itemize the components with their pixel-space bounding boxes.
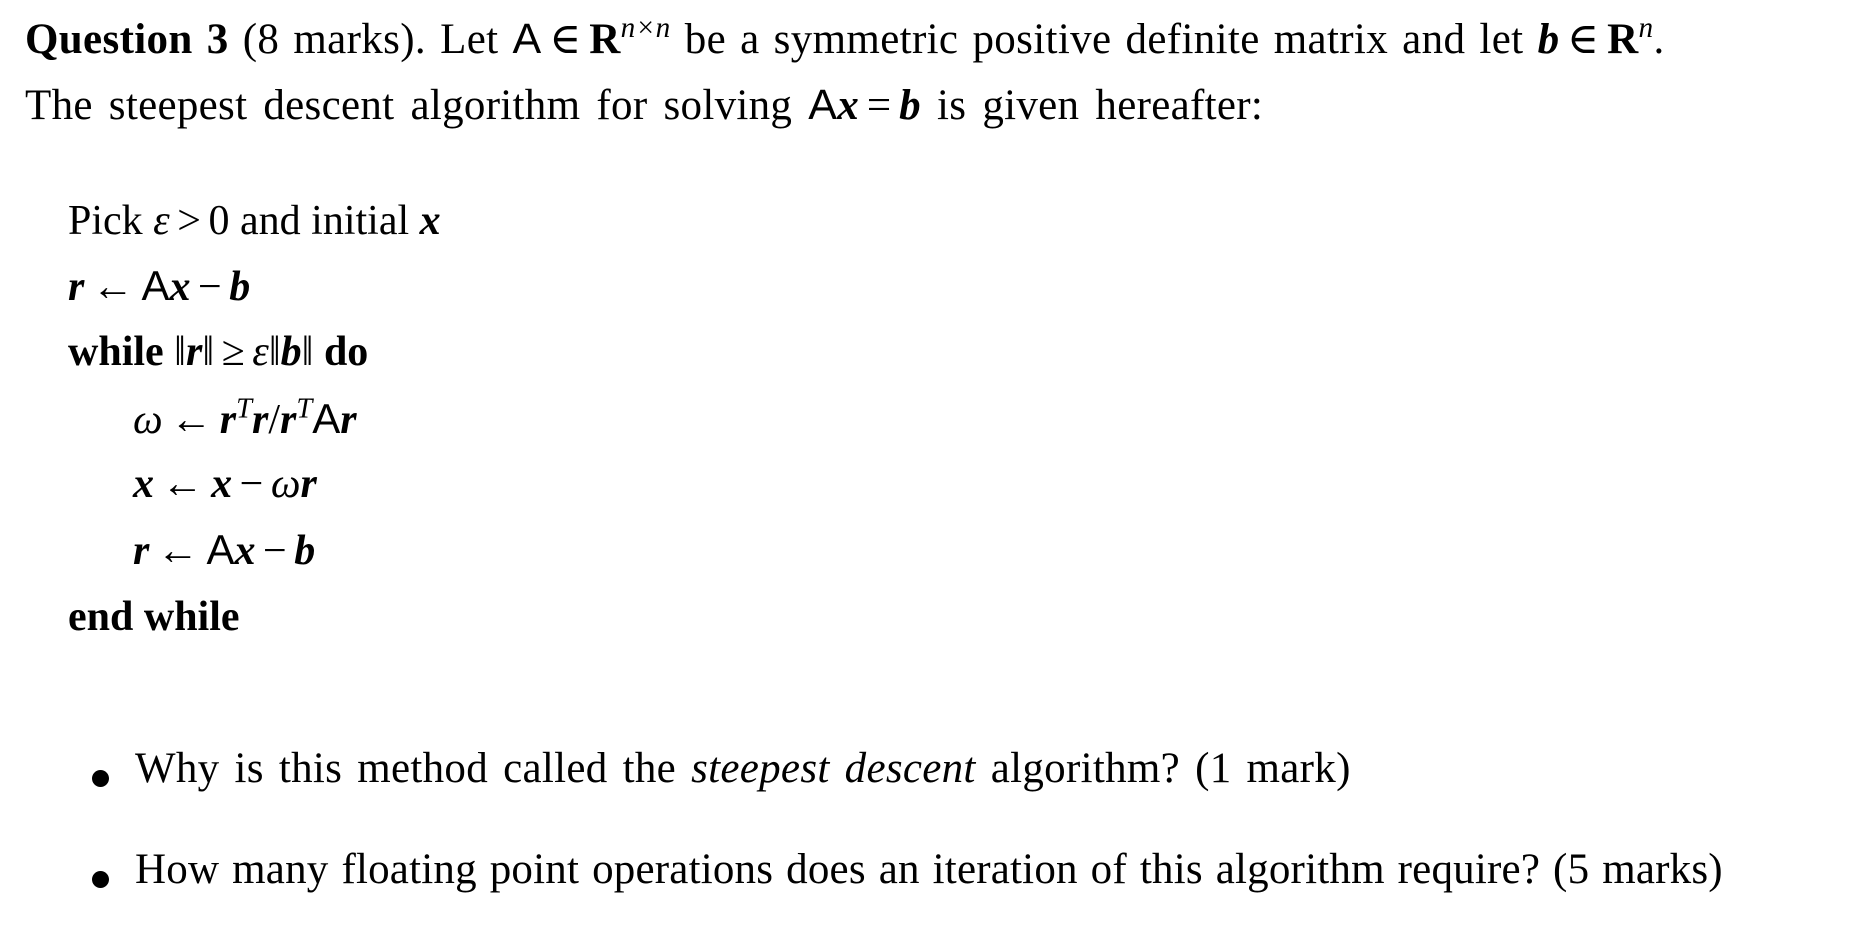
vector-r: r [219,397,237,443]
algorithm-line-end-while: end while [68,594,240,640]
bullet-icon [92,871,109,888]
geq-symbol: ≥ [221,329,245,375]
transpose-symbol: T [236,393,252,425]
pick-text: Pick [68,198,143,244]
question-marks: (8 marks). [242,16,426,63]
vector-r: r [252,397,269,443]
matrix-A: A [808,81,838,129]
vector-b: b [294,528,316,574]
vector-r: r [280,397,297,443]
keyword-do: do [323,329,369,375]
vector-b: b [899,82,921,129]
subquestion-text: algorithm? (1 mark) [990,745,1351,792]
algorithm-line-while: while ‖r‖ ≥ ε‖b‖ do [68,331,368,373]
vector-r: r [300,461,317,507]
intro-text: be a symmetric positive definite matrix … [684,16,1524,63]
algorithm-line-update-x: x ← x − ωr [133,463,317,505]
algorithm-line-init-residual: r ← Ax − b [68,262,251,310]
algorithm-line-update-residual: r ← Ax − b [133,526,316,574]
norm-bar: ‖ [268,329,281,375]
vector-r: r [133,528,150,574]
vector-x: x [234,528,256,574]
element-of-symbol: ∈ [549,16,582,63]
vector-x: x [133,461,154,507]
epsilon-symbol: ε [153,198,170,244]
vector-b: b [1537,16,1560,63]
vector-r: r [68,264,85,310]
intro-text: The steepest descent algorithm for solvi… [25,82,793,129]
transpose-symbol: T [296,393,313,425]
dimension-exponent: n×n [620,11,671,44]
greater-than-symbol: > [177,198,201,244]
epsilon-symbol: ε [252,329,269,375]
subquestion-2: How many floating point operations does … [135,846,1723,893]
intro-text: is given hereafter: [936,82,1264,129]
vector-x: x [837,82,860,129]
assign-arrow-icon: ← [91,264,134,310]
zero-value: 0 [208,198,230,244]
omega-symbol: ω [133,397,163,443]
minus-symbol: − [198,264,222,310]
vector-x: x [211,461,233,507]
omega-symbol: ω [270,461,301,507]
bullet-icon [92,770,109,787]
dimension-exponent: n [1638,11,1654,44]
norm-bar: ‖ [301,329,314,375]
minus-symbol: − [239,461,264,507]
reals-symbol: R [589,16,621,63]
norm-bar: ‖ [174,329,186,375]
assign-arrow-icon: ← [156,528,199,574]
reals-symbol: R [1607,16,1639,63]
keyword-while: while [68,329,164,375]
algorithm-line-omega: ω ← rTr/rTAr [133,395,357,443]
algorithm-line-pick: Pick ε >0 and initial x [68,200,441,242]
vector-x: x [169,264,191,310]
period: . [1653,16,1665,63]
matrix-A: A [206,526,235,573]
vector-x: x [419,198,441,244]
divide-slash: / [268,397,281,443]
vector-r: r [340,397,357,443]
matrix-A: A [512,15,542,63]
and-initial-text: and initial [240,198,410,244]
question-intro-line-2: The steepest descent algorithm for solvi… [25,81,1264,129]
minus-symbol: − [263,528,287,574]
matrix-A: A [312,395,341,442]
norm-bar: ‖ [202,329,215,375]
emphasized-term: steepest descent [691,745,976,792]
intro-text: Let [440,16,499,63]
equals-symbol: = [866,82,892,129]
question-heading: Question 3 [25,16,229,63]
assign-arrow-icon: ← [170,397,213,443]
vector-b: b [229,264,251,310]
subquestion-1: Why is this method called the steepest d… [135,747,1351,790]
matrix-A: A [141,262,170,309]
assign-arrow-icon: ← [161,461,204,507]
subquestion-text: Why is this method called the [135,745,677,792]
element-of-symbol: ∈ [1567,16,1600,63]
question-intro-line-1: Question 3 (8 marks). Let A ∈ Rn×n be a sy… [25,13,1665,63]
vector-b: b [280,329,302,375]
vector-r: r [185,329,203,375]
